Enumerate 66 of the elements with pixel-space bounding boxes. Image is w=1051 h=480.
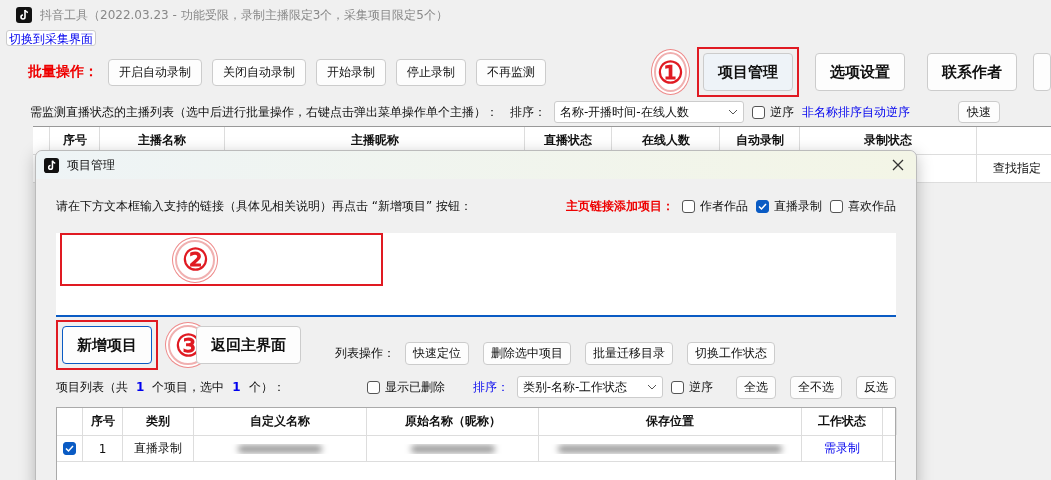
project-total: 1	[136, 380, 145, 394]
dialog-title: 项目管理	[67, 156, 115, 174]
project-count-text: 项目列表（共	[56, 378, 128, 396]
checkbox[interactable]	[366, 380, 380, 394]
batch-button[interactable]: 开启自动录制	[108, 58, 202, 86]
table-cell: 查找指定	[977, 155, 1051, 182]
batch-button[interactable]: 不再监测	[476, 58, 546, 86]
checkbox[interactable]	[682, 199, 695, 213]
main-button[interactable]: 选项设置	[815, 53, 905, 91]
batch-label: 批量操作：	[28, 63, 98, 81]
status-link[interactable]: 需录制	[802, 436, 883, 461]
list-op-button[interactable]: 切换工作状态	[687, 341, 775, 365]
checkbox-label: 作者作品	[700, 197, 748, 215]
instruction-text: 请在下方文本框输入支持的链接（具体见相关说明）再点击 “新增项目” 按钮：	[56, 197, 473, 215]
chevron-down-icon	[728, 109, 738, 115]
column-header: 保存位置	[539, 408, 802, 435]
checkbox-label: 逆序	[770, 103, 794, 121]
homepage-label: 主页链接添加项目：	[566, 197, 674, 215]
selected-count: 1	[232, 380, 241, 394]
sort-label: 排序：	[472, 378, 509, 396]
checkbox-label: 显示已删除	[384, 378, 445, 396]
list-op-button[interactable]: 快速定位	[405, 341, 469, 365]
auto-reverse-link[interactable]: 非名称排序自动逆序	[802, 103, 910, 121]
project-count-text: 个项目，选中	[152, 378, 225, 396]
quick-button[interactable]: 快速	[958, 101, 1000, 123]
checkbox[interactable]	[756, 199, 769, 213]
main-button[interactable]: 联系作者	[927, 53, 1017, 91]
close-icon[interactable]	[892, 159, 904, 171]
sort-select[interactable]: 类别-名称-工作状态	[516, 376, 663, 398]
table-cell: 1	[83, 436, 123, 461]
table-cell: 直播录制	[123, 436, 194, 461]
column-header: 工作状态	[802, 408, 883, 435]
select-button[interactable]: 全不选	[790, 375, 842, 399]
column-header: 类别	[123, 408, 194, 435]
column-header: 序号	[83, 408, 123, 435]
back-button[interactable]: 返回主界面	[196, 326, 301, 364]
column-header: 自定义名称	[194, 408, 367, 435]
chevron-down-icon	[646, 384, 657, 390]
add-project-button[interactable]: 新增项目	[62, 326, 152, 364]
checkbox-label: 直播录制	[774, 197, 822, 215]
checkbox[interactable]	[63, 442, 76, 455]
annotation-number: ①	[654, 52, 687, 92]
sort-select[interactable]: 名称-开播时间-在线人数	[554, 101, 744, 123]
switch-link[interactable]: 切换到采集界面	[6, 30, 96, 46]
app-logo-icon	[44, 157, 59, 173]
checkbox[interactable]	[830, 199, 843, 213]
batch-button[interactable]: 开始录制	[316, 58, 386, 86]
main-button[interactable]: 项目管理	[703, 53, 793, 91]
window-title: 抖音工具（2022.03.23 - 功能受限，录制主播限定3个，采集项目限定5个）	[40, 6, 448, 24]
app-logo-icon	[16, 7, 32, 23]
checkbox[interactable]	[752, 105, 765, 119]
project-count-text: 个）：	[248, 378, 285, 396]
select-button[interactable]: 反选	[856, 375, 896, 399]
checkbox[interactable]	[670, 380, 684, 394]
sort-label: 排序：	[510, 103, 546, 121]
batch-button[interactable]: 停止录制	[396, 58, 466, 86]
checkbox-label: 喜欢作品	[848, 197, 896, 215]
column-header: 原始名称（昵称）	[367, 408, 539, 435]
list-label: 需监测直播状态的主播列表（选中后进行批量操作，右键点击弹出菜单操作单个主播）：	[30, 103, 498, 121]
annotation-number: ②	[175, 239, 215, 280]
list-op-button[interactable]: 删除选中项目	[483, 341, 571, 365]
select-button[interactable]: 全选	[736, 375, 776, 399]
list-op-button[interactable]: 批量迁移目录	[585, 341, 673, 365]
batch-button[interactable]: 关闭自动录制	[212, 58, 306, 86]
list-ops-label: 列表操作：	[335, 344, 395, 362]
checkbox-label: 逆序	[688, 378, 713, 396]
